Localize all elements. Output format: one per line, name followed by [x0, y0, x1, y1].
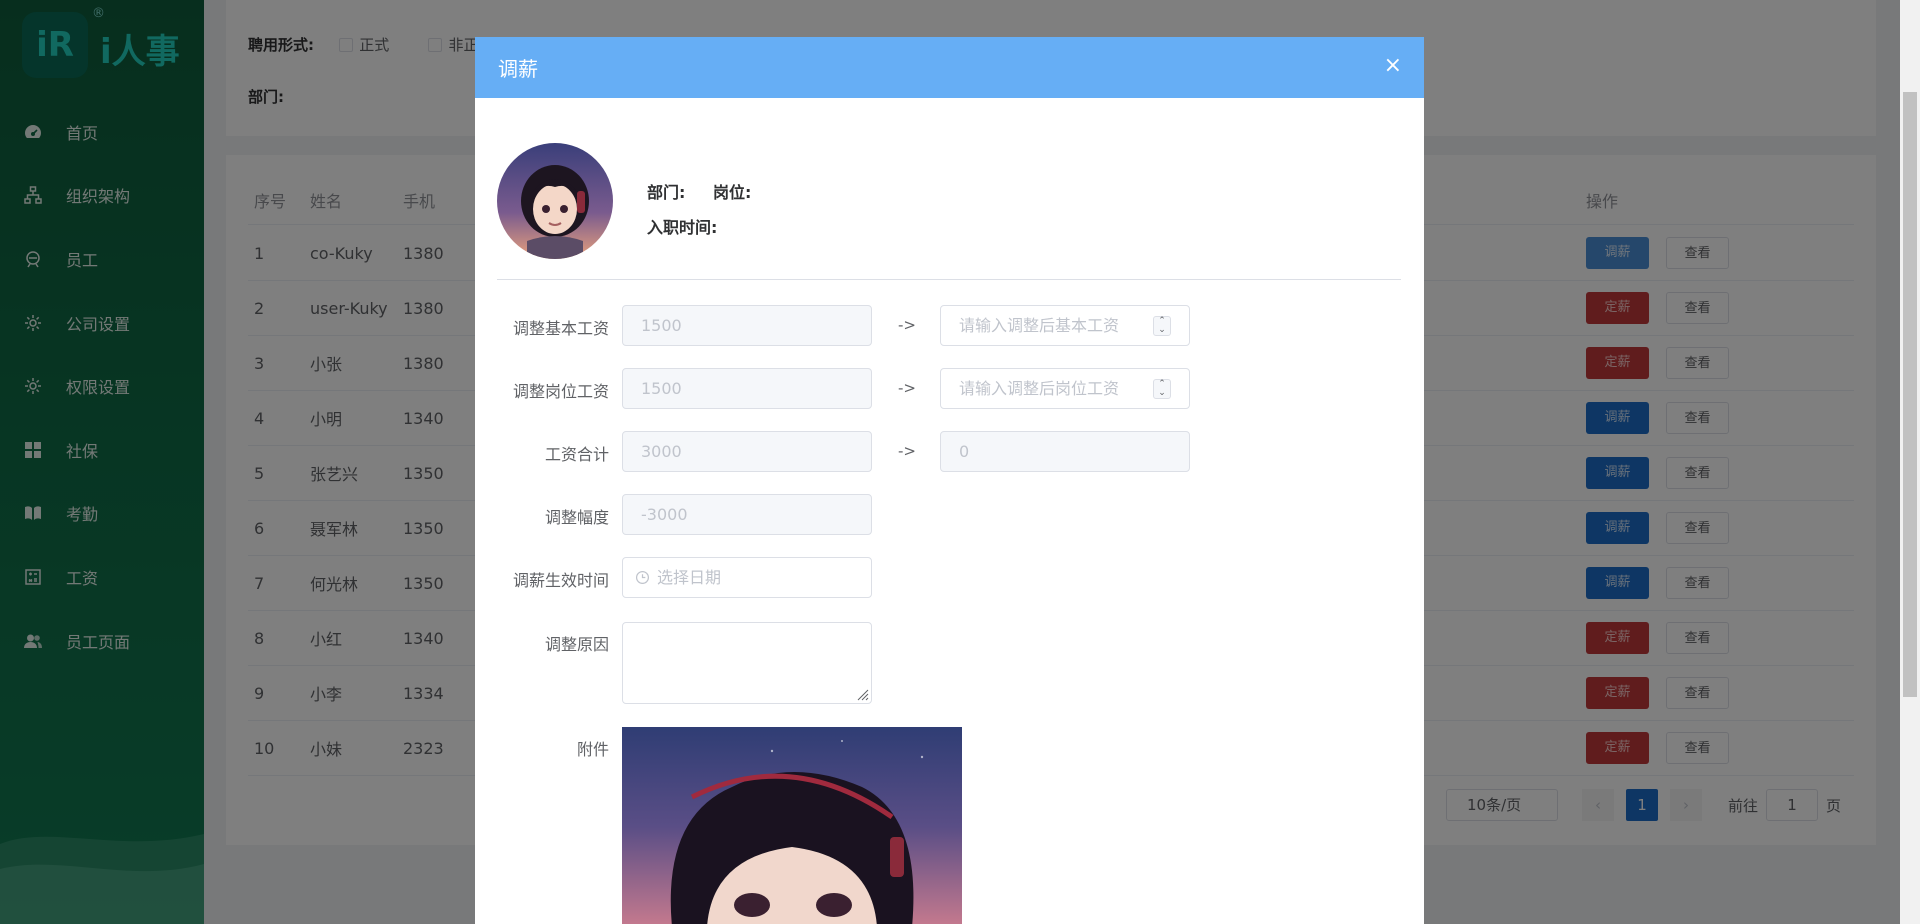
hire-label: 入职时间: — [647, 218, 718, 237]
post-salary-current: 1500 — [622, 368, 872, 409]
post-new-placeholder: 请输入调整后岗位工资 — [959, 379, 1120, 398]
page-scrollbar[interactable] — [1900, 0, 1920, 924]
arrow-text: -> — [898, 379, 916, 397]
dialog-header: 调薪 × — [475, 37, 1424, 98]
scrollbar-thumb[interactable] — [1903, 92, 1917, 697]
attachment-label: 附件 — [576, 740, 609, 759]
arrow-text: -> — [898, 442, 916, 460]
dept-info: 部门: 岗位: — [647, 179, 751, 203]
total-salary-label: 工资合计 — [544, 445, 609, 464]
date-placeholder: 选择日期 — [657, 568, 722, 587]
total-salary-current: 3000 — [622, 431, 872, 472]
effective-date-label: 调薪生效时间 — [512, 571, 609, 590]
base-new-placeholder: 请输入调整后基本工资 — [959, 316, 1120, 335]
adjust-range-label: 调整幅度 — [544, 508, 609, 527]
resize-handle-icon[interactable] — [855, 687, 869, 701]
total-salary-new: 0 — [940, 431, 1190, 472]
arrow-text: -> — [898, 316, 916, 334]
effective-date-picker[interactable]: 选择日期 — [622, 557, 872, 598]
reason-label: 调整原因 — [544, 635, 609, 654]
stepper-icon[interactable]: ⌃ ⌄ — [1153, 379, 1171, 399]
avatar — [497, 143, 613, 259]
clock-icon — [635, 570, 650, 585]
post-label: 岗位: — [712, 183, 752, 202]
base-salary-new-input[interactable]: 请输入调整后基本工资 ⌃ ⌄ — [940, 305, 1190, 346]
reason-textarea[interactable] — [622, 622, 872, 704]
dialog-title: 调薪 — [498, 57, 538, 81]
base-salary-current: 1500 — [622, 305, 872, 346]
base-salary-label: 调整基本工资 — [512, 319, 609, 338]
employee-profile: 部门: 岗位: 入职时间: — [497, 143, 1401, 280]
post-salary-label: 调整岗位工资 — [512, 382, 609, 401]
salary-adjust-dialog: 调薪 × 部门: 岗位: 入职时间: 调整基本工资 1500 -> 请输入调整后… — [475, 37, 1424, 924]
hire-info: 入职时间: — [647, 214, 717, 238]
dept-label: 部门: — [647, 183, 686, 202]
post-salary-new-input[interactable]: 请输入调整后岗位工资 ⌃ ⌄ — [940, 368, 1190, 409]
adjust-range-value: -3000 — [622, 494, 872, 535]
close-icon[interactable]: × — [1384, 55, 1402, 77]
attachment-image[interactable] — [622, 727, 962, 924]
stepper-icon[interactable]: ⌃ ⌄ — [1153, 316, 1171, 336]
